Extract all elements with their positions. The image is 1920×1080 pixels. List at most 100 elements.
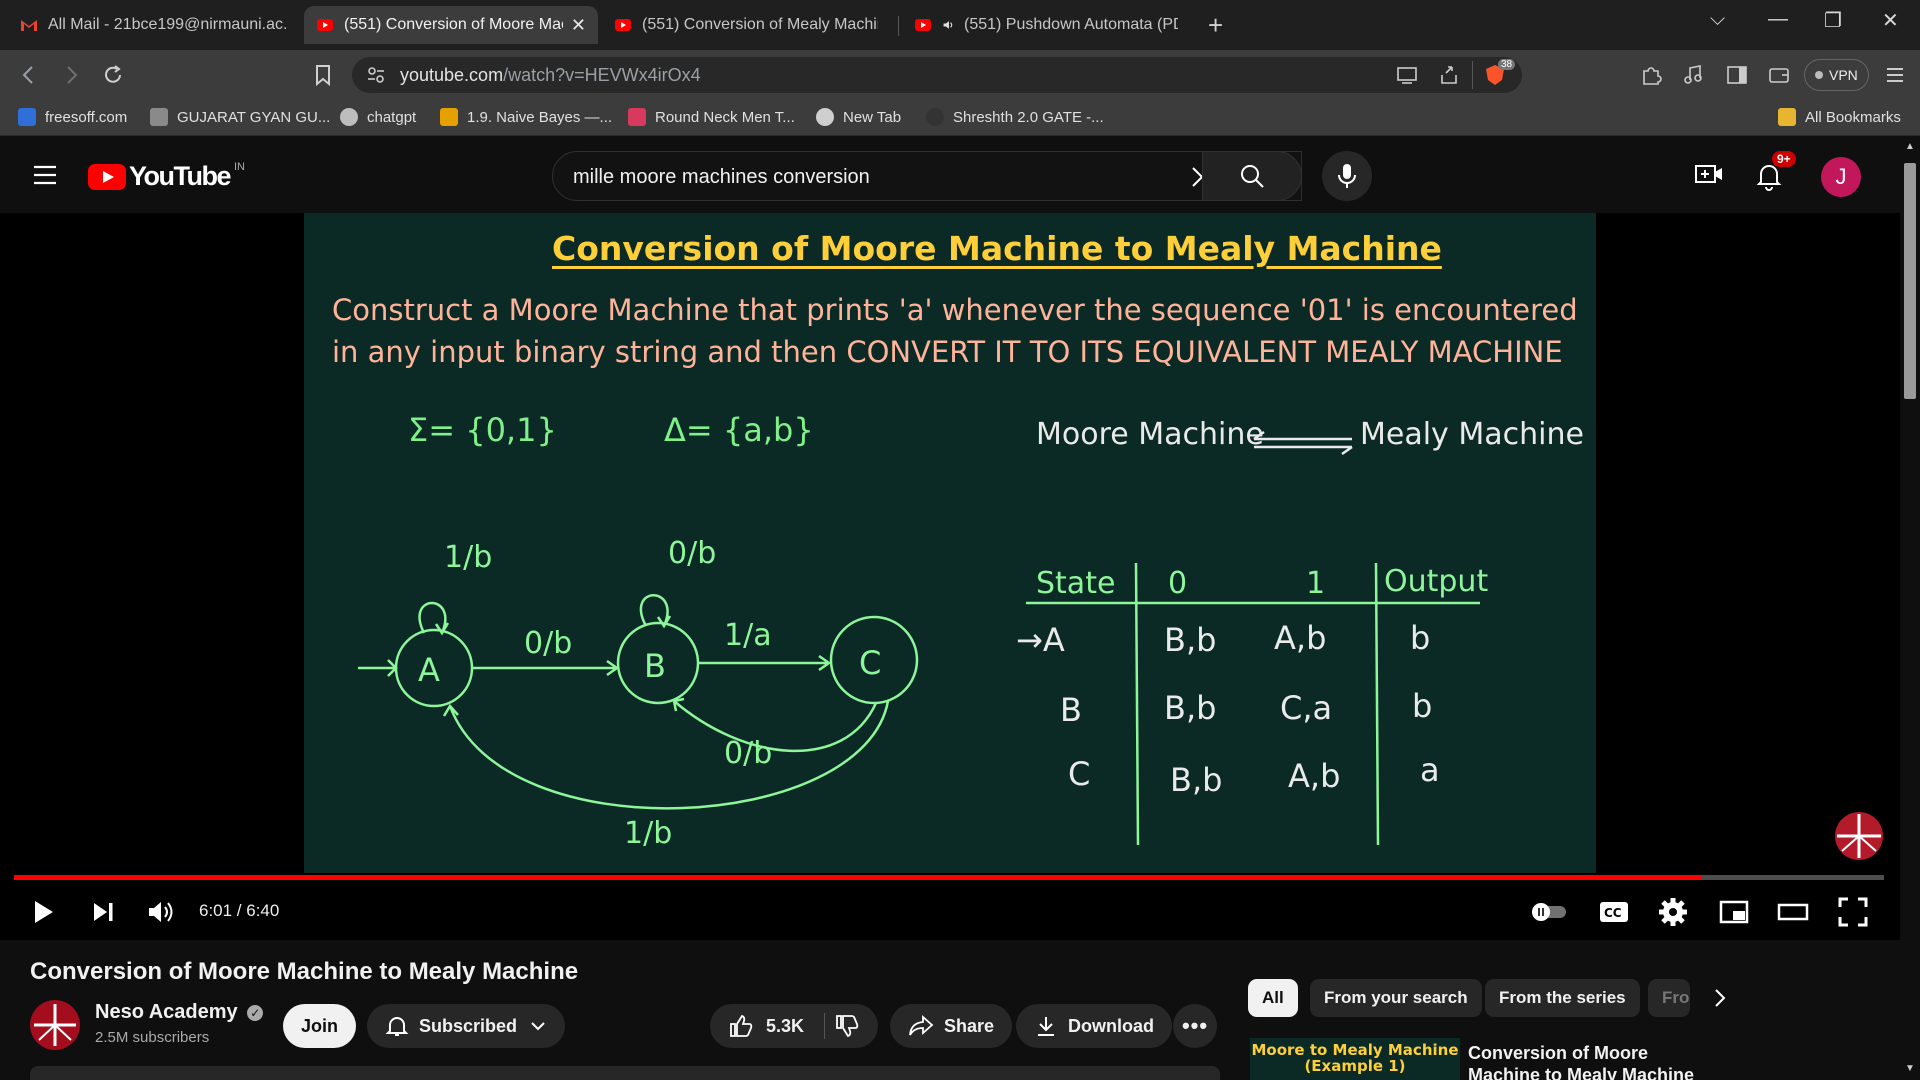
share-page-icon[interactable]: [1438, 64, 1460, 86]
theater-mode-icon[interactable]: [1776, 895, 1810, 929]
youtube-favicon-icon: [317, 19, 333, 31]
browser-tab-strip: All Mail - 21bce199@nirmauni.ac.in (551)…: [0, 0, 1920, 50]
play-icon[interactable]: [26, 895, 60, 929]
restore-icon[interactable]: ❐: [1824, 8, 1842, 33]
video-player[interactable]: Conversion of Moore Machine to Mealy Mac…: [0, 213, 1900, 940]
bookmark-icon[interactable]: [310, 62, 336, 88]
menu-icon[interactable]: [1882, 62, 1908, 88]
omnibox-divider: [1472, 61, 1473, 89]
back-icon[interactable]: [16, 62, 42, 88]
search-button[interactable]: [1202, 151, 1302, 201]
minimize-icon[interactable]: —: [1768, 8, 1788, 31]
chip-from-the-series[interactable]: From the series: [1485, 979, 1640, 1017]
table-row-b-output: b: [1412, 687, 1432, 725]
fullscreen-icon[interactable]: [1836, 895, 1870, 929]
captions-icon[interactable]: CC: [1597, 895, 1631, 929]
create-video-icon[interactable]: [1694, 161, 1724, 187]
volume-icon[interactable]: [144, 895, 178, 929]
loop-b-label: 0/b: [668, 536, 716, 571]
all-bookmarks-label: All Bookmarks: [1805, 108, 1901, 126]
youtube-logo[interactable]: YouTube IN: [88, 161, 245, 192]
vpn-button[interactable]: VPN: [1804, 59, 1869, 91]
tab-pda[interactable]: (551) Pushdown Automata (PDA): [902, 6, 1190, 44]
progress-bar[interactable]: [14, 875, 1884, 880]
tab-title: (551) Conversion of Mealy Machine t: [642, 16, 878, 33]
thumbs-up-icon: [730, 1014, 753, 1037]
recommendation-title[interactable]: Conversion of Moore Machine to Mealy Mac…: [1468, 1042, 1718, 1080]
bookmark-new-tab[interactable]: New Tab: [816, 108, 901, 126]
player-controls: 6:01 / 6:40 CC: [0, 885, 1900, 940]
page-scrollbar[interactable]: ▲ ▼: [1900, 137, 1920, 1080]
search-input[interactable]: mille moore machines conversion: [573, 166, 870, 189]
extensions-icon[interactable]: [1638, 62, 1664, 88]
channel-avatar[interactable]: [30, 1000, 80, 1050]
bookmark-gujarat-gyan[interactable]: GUJARAT GYAN GU...: [150, 108, 330, 126]
dislike-button[interactable]: [820, 1004, 878, 1048]
hamburger-menu-icon[interactable]: [32, 163, 58, 187]
voice-search-button[interactable]: [1322, 151, 1372, 201]
bookmark-round-neck[interactable]: Round Neck Men T...: [628, 108, 795, 126]
scroll-down-icon[interactable]: ▼: [1905, 1063, 1915, 1074]
chip-all[interactable]: All: [1248, 979, 1298, 1017]
tab-gmail[interactable]: All Mail - 21bce199@nirmauni.ac.in: [8, 6, 300, 44]
account-avatar[interactable]: J: [1821, 157, 1861, 197]
bookmark-shreshth[interactable]: Shreshth 2.0 GATE -...: [926, 108, 1104, 126]
tab-search-chevron-icon[interactable]: ⌵: [1710, 8, 1725, 31]
edge-a-b: [472, 659, 620, 677]
share-button[interactable]: Share: [890, 1004, 1013, 1048]
state-a-label: A: [418, 651, 440, 689]
site-settings-icon[interactable]: [366, 66, 386, 84]
window-close-icon[interactable]: ✕: [1882, 8, 1899, 33]
miniplayer-icon[interactable]: [1717, 895, 1751, 929]
scroll-up-icon[interactable]: ▲: [1905, 141, 1915, 152]
sidebar-toggle-icon[interactable]: [1724, 62, 1750, 88]
chip-from-channel[interactable]: Fro: [1648, 979, 1690, 1017]
youtube-favicon-icon: [915, 19, 931, 31]
chevron-right-icon[interactable]: [1708, 986, 1732, 1010]
recommendation-thumbnail[interactable]: Moore to Mealy Machine (Example 1): [1250, 1038, 1460, 1080]
tab-close-icon[interactable]: ✕: [563, 15, 586, 36]
all-bookmarks[interactable]: All Bookmarks: [1778, 108, 1901, 126]
chip-label: From your search: [1324, 988, 1468, 1007]
chip-from-your-search[interactable]: From your search: [1310, 979, 1482, 1017]
state-c-label: C: [859, 644, 881, 682]
freesoff-favicon-icon: [18, 108, 36, 126]
tab-mealy-moore[interactable]: (551) Conversion of Mealy Machine t: [602, 6, 890, 44]
address-bar[interactable]: youtube.com/watch?v=HEVWx4irOx4 38: [352, 57, 1522, 93]
autoplay-toggle-icon[interactable]: [1528, 895, 1570, 929]
settings-gear-icon[interactable]: [1656, 895, 1690, 929]
more-actions-button[interactable]: •••: [1173, 1004, 1217, 1048]
tab-title: (551) Pushdown Automata (PDA): [964, 16, 1178, 33]
url-domain: youtube.com: [400, 65, 504, 85]
svg-text:CC: CC: [1604, 906, 1622, 920]
tab-moore-mealy[interactable]: (551) Conversion of Moore Mac ✕: [304, 6, 598, 44]
bookmark-naive-bayes[interactable]: 1.9. Naive Bayes —...: [440, 108, 612, 126]
bookmark-label: freesoff.com: [45, 108, 128, 126]
search-box[interactable]: mille moore machines conversion: [552, 151, 1302, 201]
wallet-icon[interactable]: [1766, 62, 1792, 88]
forward-icon[interactable]: [58, 62, 84, 88]
bookmark-chatgpt[interactable]: chatgpt: [340, 108, 416, 126]
channel-name-text: Neso Academy: [95, 1001, 238, 1023]
subscribed-button[interactable]: Subscribed: [367, 1004, 566, 1048]
search-icon: [1241, 165, 1264, 188]
neso-watermark-icon: [1835, 812, 1883, 860]
bookmarks-bar: freesoff.com GUJARAT GYAN GU... chatgpt …: [0, 100, 1920, 136]
new-tab-icon[interactable]: +: [1208, 10, 1223, 41]
media-control-icon[interactable]: [1680, 62, 1706, 88]
download-button[interactable]: Download: [1016, 1004, 1172, 1048]
join-button[interactable]: Join: [283, 1004, 357, 1048]
next-video-icon[interactable]: [86, 895, 120, 929]
description-box[interactable]: [30, 1066, 1220, 1080]
youtube-wordmark: YouTube: [129, 161, 231, 191]
install-app-icon[interactable]: [1396, 65, 1418, 85]
edge-c-a-label: 1/b: [624, 816, 672, 851]
reload-icon[interactable]: [100, 62, 126, 88]
thumb-line1: Moore to Mealy Machine: [1251, 1041, 1459, 1059]
channel-name[interactable]: Neso Academy ✓: [95, 1001, 264, 1024]
scroll-thumb[interactable]: [1904, 163, 1916, 399]
chip-label: All: [1262, 988, 1284, 1007]
bookmark-freesoff[interactable]: freesoff.com: [18, 108, 127, 126]
table-row-b-zero: B,b: [1164, 689, 1216, 727]
edge-b-c: [698, 654, 832, 672]
